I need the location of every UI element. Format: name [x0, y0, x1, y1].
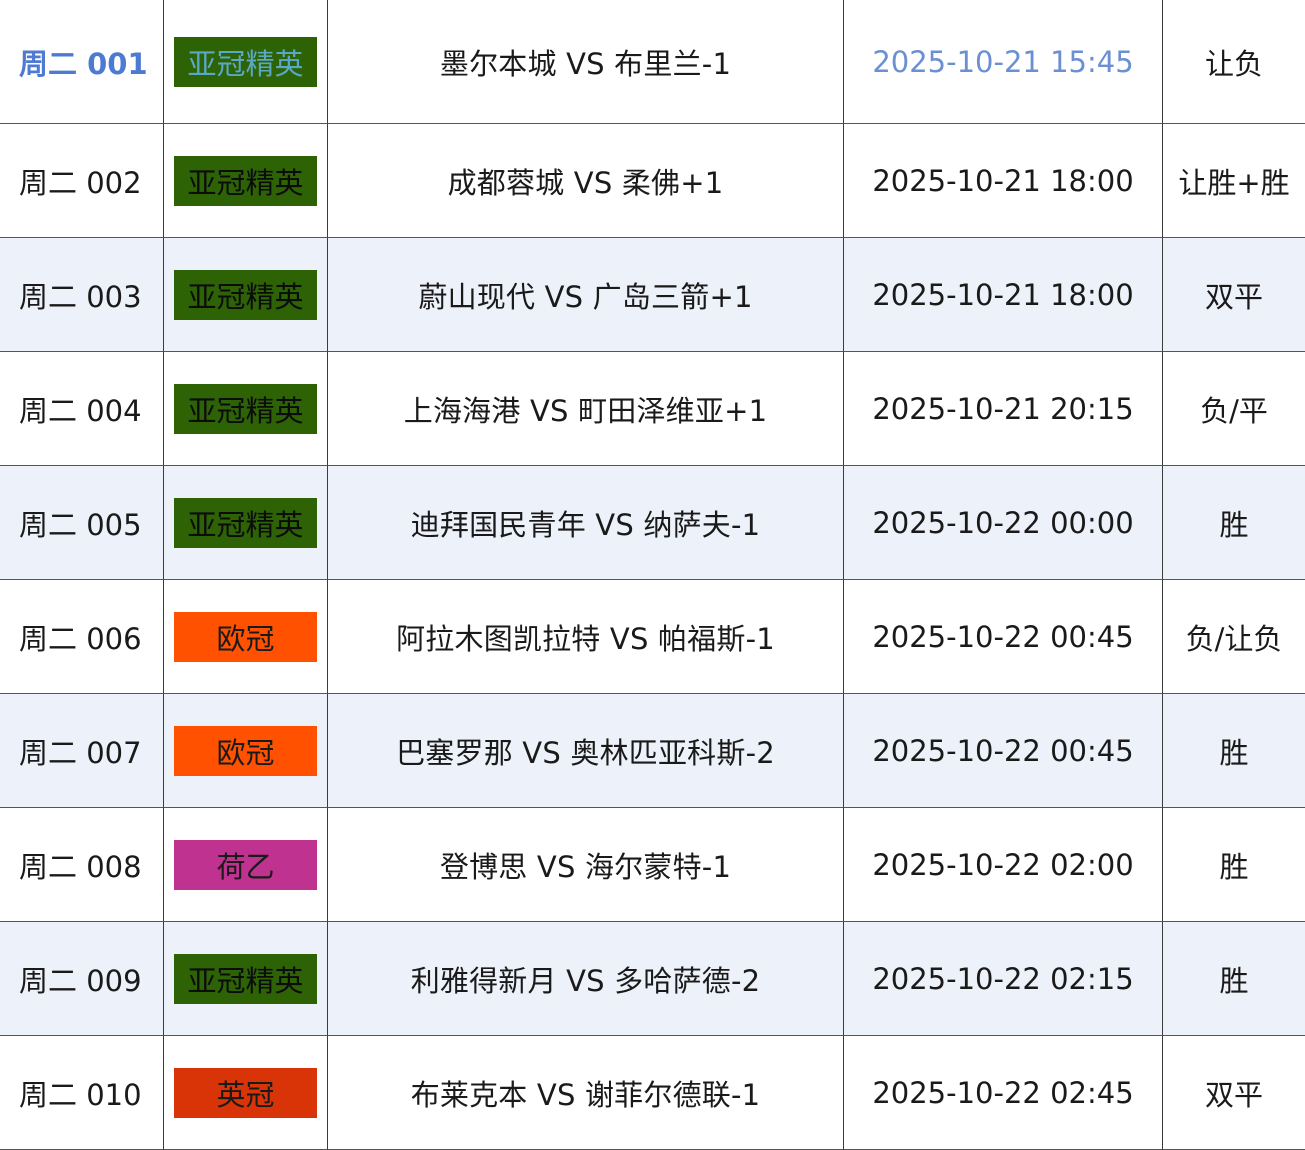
match-teams: 阿拉木图凯拉特 VS 帕福斯-1 [328, 580, 844, 694]
match-teams: 利雅得新月 VS 多哈萨德-2 [328, 922, 844, 1036]
league-cell: 亚冠精英 [164, 352, 328, 466]
match-code: 周二 007 [0, 694, 164, 808]
pick-result: 双平 [1163, 1036, 1305, 1150]
league-badge: 英冠 [174, 1067, 317, 1118]
league-badge: 亚冠精英 [174, 36, 317, 87]
league-cell: 荷乙 [164, 808, 328, 922]
league-badge: 亚冠精英 [174, 269, 317, 320]
match-code: 周二 006 [0, 580, 164, 694]
league-cell: 亚冠精英 [164, 238, 328, 352]
pick-result: 胜 [1163, 808, 1305, 922]
match-time: 2025-10-22 00:45 [844, 580, 1163, 694]
match-code: 周二 003 [0, 238, 164, 352]
match-teams: 蔚山现代 VS 广岛三箭+1 [328, 238, 844, 352]
match-teams: 迪拜国民青年 VS 纳萨夫-1 [328, 466, 844, 580]
match-teams: 上海海港 VS 町田泽维亚+1 [328, 352, 844, 466]
match-code: 周二 008 [0, 808, 164, 922]
pick-result: 负/让负 [1163, 580, 1305, 694]
match-time: 2025-10-22 02:15 [844, 922, 1163, 1036]
match-code: 周二 005 [0, 466, 164, 580]
league-cell: 欧冠 [164, 580, 328, 694]
match-code: 周二 002 [0, 124, 164, 238]
league-cell: 亚冠精英 [164, 124, 328, 238]
match-time: 2025-10-22 02:45 [844, 1036, 1163, 1150]
pick-result: 胜 [1163, 694, 1305, 808]
match-time: 2025-10-21 18:00 [844, 124, 1163, 238]
match-teams: 巴塞罗那 VS 奥林匹亚科斯-2 [328, 694, 844, 808]
match-time: 2025-10-22 00:00 [844, 466, 1163, 580]
pick-result: 双平 [1163, 238, 1305, 352]
match-teams: 墨尔本城 VS 布里兰-1 [328, 0, 844, 124]
league-badge: 亚冠精英 [174, 497, 317, 548]
league-cell: 亚冠精英 [164, 922, 328, 1036]
league-cell: 英冠 [164, 1036, 328, 1150]
league-badge: 亚冠精英 [174, 953, 317, 1004]
match-teams: 登博思 VS 海尔蒙特-1 [328, 808, 844, 922]
match-code: 周二 004 [0, 352, 164, 466]
pick-result: 让胜+胜 [1163, 124, 1305, 238]
league-cell: 欧冠 [164, 694, 328, 808]
match-time: 2025-10-22 00:45 [844, 694, 1163, 808]
pick-result: 胜 [1163, 922, 1305, 1036]
match-code: 周二 010 [0, 1036, 164, 1150]
match-teams: 布莱克本 VS 谢菲尔德联-1 [328, 1036, 844, 1150]
league-badge: 荷乙 [174, 839, 317, 890]
pick-result: 胜 [1163, 466, 1305, 580]
match-time: 2025-10-21 18:00 [844, 238, 1163, 352]
league-badge: 欧冠 [174, 725, 317, 776]
match-time: 2025-10-21 15:45 [844, 0, 1163, 124]
pick-result: 负/平 [1163, 352, 1305, 466]
league-badge: 亚冠精英 [174, 383, 317, 434]
match-teams: 成都蓉城 VS 柔佛+1 [328, 124, 844, 238]
match-time: 2025-10-21 20:15 [844, 352, 1163, 466]
league-badge: 亚冠精英 [174, 155, 317, 206]
league-cell: 亚冠精英 [164, 466, 328, 580]
match-table: 周二 001 亚冠精英 墨尔本城 VS 布里兰-1 2025-10-21 15:… [0, 0, 1305, 1150]
match-code: 周二 009 [0, 922, 164, 1036]
pick-result: 让负 [1163, 0, 1305, 124]
league-badge: 欧冠 [174, 611, 317, 662]
match-code: 周二 001 [0, 0, 164, 124]
league-cell: 亚冠精英 [164, 0, 328, 124]
match-time: 2025-10-22 02:00 [844, 808, 1163, 922]
